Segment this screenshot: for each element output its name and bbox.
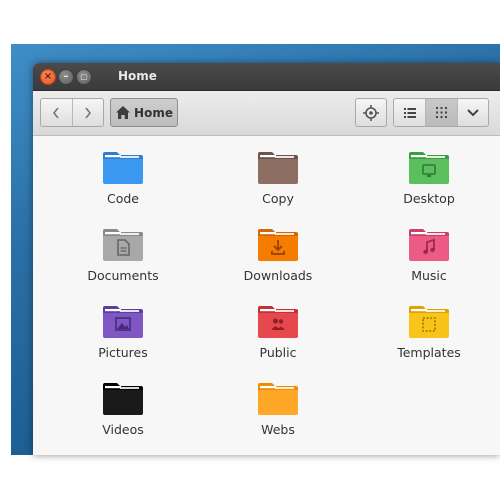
- folder-templates[interactable]: Templates: [369, 304, 489, 376]
- home-path-button[interactable]: Home: [110, 98, 178, 127]
- folder-icon: [258, 383, 298, 415]
- back-button[interactable]: [41, 99, 72, 126]
- folder-icon: [258, 152, 298, 184]
- crosshair-icon: [363, 104, 379, 121]
- close-window-button[interactable]: ×: [40, 69, 56, 85]
- file-manager-window: × – ▢ Home Home Code Copy Desktop Docume…: [33, 63, 500, 455]
- navigation-button-group: [40, 98, 104, 127]
- folder-pictures[interactable]: Pictures: [63, 304, 183, 376]
- grid-view-button[interactable]: [425, 99, 457, 126]
- list-view-button[interactable]: [394, 99, 425, 126]
- folder-icon: [409, 152, 449, 184]
- folder-code[interactable]: Code: [63, 150, 183, 222]
- folder-webs[interactable]: Webs: [218, 381, 338, 453]
- forward-button[interactable]: [71, 99, 104, 126]
- folder-videos[interactable]: Videos: [63, 381, 183, 453]
- maximize-icon: ▢: [80, 72, 88, 81]
- view-mode-group: [393, 98, 489, 127]
- folder-icon: [103, 306, 143, 338]
- folder-label: Videos: [102, 422, 144, 437]
- window-title: Home: [118, 69, 157, 83]
- folder-label: Downloads: [243, 268, 313, 283]
- folder-grid: Code Copy Desktop Documents Downloads Music Pi…: [33, 136, 500, 455]
- folder-label: Documents: [87, 268, 159, 283]
- home-path-label: Home: [134, 105, 173, 120]
- folder-label: Public: [259, 345, 297, 360]
- folder-label: Code: [106, 191, 139, 206]
- folder-icon: [103, 152, 143, 184]
- chevron-right-icon: [85, 107, 91, 118]
- view-options-dropdown[interactable]: [456, 99, 488, 126]
- folder-icon: [258, 306, 298, 338]
- folder-public[interactable]: Public: [218, 304, 338, 376]
- folder-label: Music: [411, 268, 447, 283]
- close-icon: ×: [43, 71, 53, 82]
- chevron-down-icon: [467, 109, 479, 117]
- folder-icon: [409, 306, 449, 338]
- minimize-icon: –: [63, 71, 69, 82]
- folder-documents[interactable]: Documents: [63, 227, 183, 299]
- folder-icon: [103, 229, 143, 261]
- list-icon: [403, 107, 416, 118]
- folder-label: Webs: [261, 422, 295, 437]
- folder-label: Desktop: [403, 191, 455, 206]
- minimize-window-button[interactable]: –: [58, 69, 74, 85]
- chevron-left-icon: [53, 107, 59, 118]
- titlebar: × – ▢ Home: [33, 63, 500, 91]
- folder-label: Templates: [397, 345, 461, 360]
- location-button[interactable]: [355, 98, 387, 127]
- folder-music[interactable]: Music: [369, 227, 489, 299]
- folder-icon: [258, 229, 298, 261]
- folder-copy[interactable]: Copy: [218, 150, 338, 222]
- home-icon: [116, 106, 131, 119]
- folder-icon: [409, 229, 449, 261]
- folder-icon: [103, 383, 143, 415]
- folder-label: Copy: [262, 191, 294, 206]
- toolbar: Home: [33, 91, 500, 136]
- folder-desktop[interactable]: Desktop: [369, 150, 489, 222]
- grid-icon: [435, 107, 447, 118]
- maximize-window-button[interactable]: ▢: [76, 69, 92, 85]
- folder-downloads[interactable]: Downloads: [218, 227, 338, 299]
- folder-label: Pictures: [98, 345, 148, 360]
